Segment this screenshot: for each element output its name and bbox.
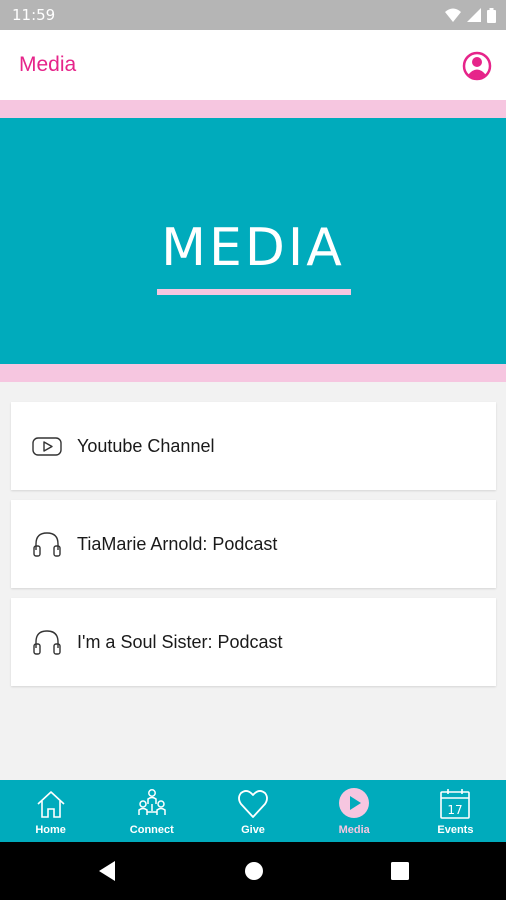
- status-bar: 11:59: [0, 0, 506, 30]
- youtube-icon: [32, 437, 62, 456]
- recents-icon[interactable]: [390, 860, 410, 882]
- media-item-label: TiaMarie Arnold: Podcast: [77, 534, 278, 554]
- app-bar: Media: [0, 30, 506, 100]
- media-item-label: I'm a Soul Sister: Podcast: [77, 632, 283, 652]
- nav-label: Media: [338, 824, 370, 836]
- nav-label: Home: [35, 824, 66, 836]
- headphones-icon: [33, 532, 61, 557]
- status-time: 11:59: [12, 6, 56, 24]
- hero-top-strip: [0, 100, 506, 118]
- battery-icon: [487, 7, 496, 23]
- media-list: Youtube Channel TiaMarie Arnold: Podcast…: [11, 402, 496, 696]
- media-item-podcast-soul-sister[interactable]: I'm a Soul Sister: Podcast: [11, 598, 496, 686]
- nav-item-connect[interactable]: Connect: [101, 780, 202, 842]
- home-circle-icon[interactable]: [244, 860, 264, 882]
- media-item-youtube[interactable]: Youtube Channel: [11, 402, 496, 490]
- calendar-day: 17: [448, 803, 463, 817]
- media-item-label: Youtube Channel: [77, 436, 215, 456]
- play-icon: [339, 788, 370, 818]
- bottom-nav: Home Connect Give Media 17 Events: [0, 780, 506, 842]
- hero-banner: MEDIA: [0, 118, 506, 364]
- nav-item-events[interactable]: 17 Events: [405, 780, 506, 842]
- profile-icon[interactable]: [462, 51, 492, 81]
- hero-title: MEDIA: [161, 218, 345, 278]
- heart-icon: [238, 790, 268, 818]
- headphones-icon: [33, 630, 61, 655]
- nav-label: Give: [241, 824, 265, 836]
- page-title: Media: [19, 53, 77, 76]
- nav-item-give[interactable]: Give: [202, 780, 303, 842]
- back-icon[interactable]: [97, 860, 117, 882]
- nav-item-home[interactable]: Home: [0, 780, 101, 842]
- nav-label: Events: [437, 824, 474, 836]
- nav-label: Connect: [129, 824, 174, 836]
- hero-underline: [157, 289, 351, 295]
- wifi-icon: [445, 8, 461, 22]
- status-icons: [445, 7, 496, 23]
- connect-icon: [138, 789, 166, 815]
- hero-bottom-strip: [0, 364, 506, 382]
- calendar-icon: 17: [440, 789, 471, 819]
- signal-icon: [467, 8, 481, 22]
- media-item-podcast-tiamarie[interactable]: TiaMarie Arnold: Podcast: [11, 500, 496, 588]
- home-icon: [37, 791, 65, 818]
- android-nav-bar: [0, 842, 506, 900]
- nav-item-media[interactable]: Media: [304, 780, 405, 842]
